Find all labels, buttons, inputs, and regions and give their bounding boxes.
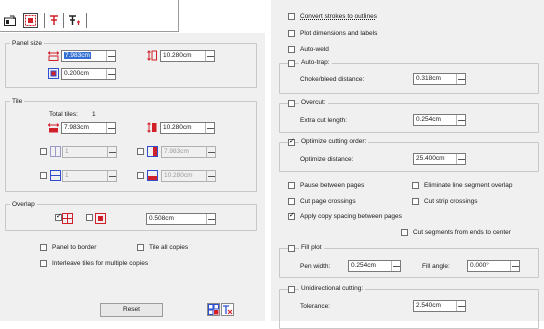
cut-page-crossings-checkbox[interactable] [288, 198, 295, 205]
fill-angle-field[interactable]: 0.000° [467, 260, 520, 272]
choke-bleed-field[interactable]: 0.318cm [413, 73, 466, 85]
overlap-group: Overlap [5, 200, 257, 231]
layout-tab-icon[interactable] [3, 14, 16, 27]
pen-width-field[interactable]: 0.254cm [348, 260, 401, 272]
optimize-distance-label: Optimize distance: [300, 156, 354, 163]
tile-width-icon [48, 122, 59, 133]
overlap-outer-icon [95, 213, 106, 224]
panel-tab-icon[interactable] [23, 13, 38, 28]
cut-page-crossings-label: Cut page crossings [300, 198, 356, 205]
choke-bleed-label: Choke/bleed distance: [300, 76, 365, 83]
cut-segments-checkbox[interactable] [401, 229, 408, 236]
plot-dimensions-label: Plot dimensions and labels [300, 30, 378, 37]
pen-width-label: Pen width: [300, 263, 331, 270]
convert-strokes-checkbox[interactable] [288, 13, 295, 20]
tile-width-field[interactable]: 7.983cm [61, 122, 116, 134]
extra-cut-length-field[interactable]: 0.254cm [413, 114, 466, 126]
panel-to-border-label: Panel to border [52, 244, 97, 251]
tile-row-height-field[interactable]: 10.280cm [161, 170, 216, 182]
tile-row-height-icon [147, 170, 158, 181]
reset-button[interactable]: Reset [100, 303, 163, 317]
total-tiles-label: Total tiles: [49, 111, 78, 118]
tile-rows-checkbox[interactable] [40, 172, 47, 179]
auto-weld-checkbox[interactable] [288, 46, 295, 53]
tile-height-icon [146, 122, 157, 133]
left-settings-panel: Panel size 7.983cm 10.280cm 0.200cm Tile… [0, 0, 265, 321]
tile-cols-icon [50, 146, 61, 157]
auto-weld-label: Auto-weld [300, 46, 329, 53]
convert-strokes-label: Convert strokes to outlines [300, 13, 377, 20]
pause-pages-checkbox[interactable] [288, 182, 295, 189]
overlap-inner-icon [62, 213, 73, 224]
interleave-checkbox[interactable] [40, 260, 47, 267]
unidirectional-title: Unidirectional cutting: [299, 284, 366, 293]
pause-pages-label: Pause between pages [300, 182, 365, 189]
panel-margin-icon [48, 68, 59, 79]
overlap-inner-checkbox[interactable] [55, 212, 62, 221]
fill-plot-title: Fill plot [299, 243, 324, 252]
tile-cols-field[interactable]: 1 [62, 146, 117, 158]
tile-all-copies-checkbox[interactable] [137, 244, 144, 251]
total-tiles-value: 1 [92, 111, 96, 118]
tolerance-field[interactable]: 2.540cm [413, 300, 466, 312]
panel-to-border-checkbox[interactable] [40, 244, 47, 251]
tile-height-field[interactable]: 10.280cm [160, 122, 215, 134]
tile-rows-icon [50, 170, 61, 181]
interleave-label: Interleave tiles for multiple copies [52, 260, 149, 267]
overcut-checkbox[interactable] [288, 100, 295, 107]
tile-col-width-field[interactable]: 7.983cm [161, 146, 216, 158]
options-tab-icon[interactable] [67, 14, 81, 25]
plot-dimensions-checkbox[interactable] [288, 30, 295, 37]
tile-col-width-icon [147, 146, 158, 157]
tile-cols-checkbox[interactable] [40, 148, 47, 155]
weed-tab-icon[interactable] [48, 14, 59, 25]
optimize-title: Optimize cutting order: [299, 137, 369, 146]
cut-strip-crossings-checkbox[interactable] [412, 198, 419, 205]
panel-width-field[interactable]: 7.983cm [61, 50, 116, 62]
extra-cut-length-label: Extra cut length: [300, 117, 347, 124]
auto-trap-checkbox[interactable] [288, 60, 295, 67]
fill-angle-label: Fill angle: [422, 263, 450, 270]
optimize-distance-field[interactable]: 25.400cm [413, 153, 466, 165]
tile-row-height-checkbox[interactable] [137, 172, 144, 179]
eliminate-overlap-checkbox[interactable] [412, 182, 419, 189]
tile-col-width-checkbox[interactable] [137, 148, 144, 155]
overlap-outer-checkbox[interactable] [86, 214, 93, 221]
cut-segments-label: Cut segments from ends to center [413, 229, 511, 236]
eliminate-overlap-label: Eliminate line segment overlap [424, 182, 513, 189]
panel-margin-field[interactable]: 0.200cm [61, 68, 116, 80]
optimize-checkbox[interactable] [288, 137, 295, 146]
unidirectional-checkbox[interactable] [288, 286, 295, 293]
panel-height-field[interactable]: 10.280cm [160, 50, 215, 62]
apply-copy-spacing-checkbox[interactable] [288, 211, 295, 220]
tab-strip [0, 0, 265, 33]
auto-trap-title: Auto-trap: [299, 58, 332, 67]
tile-all-copies-label: Tile all copies [149, 244, 189, 251]
panel-height-icon [146, 50, 157, 61]
apply-copy-spacing-label: Apply copy spacing between pages [300, 213, 402, 220]
tile-rows-field[interactable]: 1 [62, 170, 117, 182]
cut-strip-crossings-label: Cut strip crossings [424, 198, 478, 205]
panel-width-icon [48, 50, 59, 61]
right-options-panel: Convert strokes to outlines Plot dimensi… [271, 0, 544, 329]
panel-size-group: Panel size [5, 39, 257, 88]
overlap-title: Overlap [10, 200, 37, 209]
fill-plot-checkbox[interactable] [288, 245, 295, 252]
panel-size-title: Panel size [10, 39, 44, 48]
tile-arrange-icon[interactable] [221, 303, 234, 316]
overcut-title: Overcut: [299, 98, 328, 107]
tile-layout-icon[interactable] [207, 303, 220, 316]
overlap-field[interactable]: 0.508cm [146, 213, 216, 225]
tolerance-label: Tolerance: [300, 303, 330, 310]
tile-title: Tile [10, 97, 25, 106]
